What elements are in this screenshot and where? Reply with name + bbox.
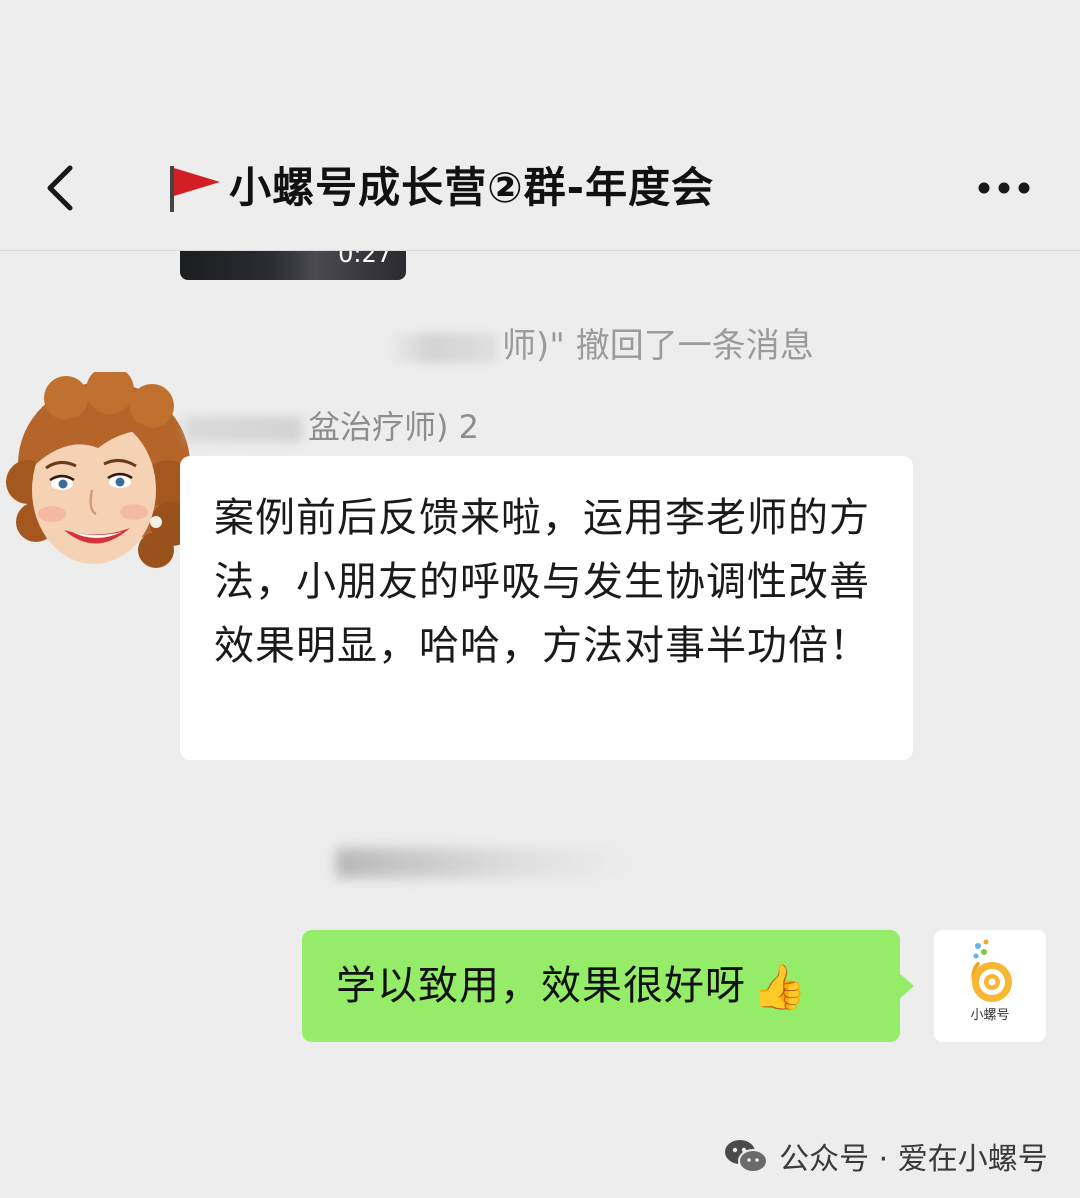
more-dots-icon <box>978 182 1030 194</box>
bubble-tail <box>898 972 914 1000</box>
watermark-text: 公众号 · 爱在小螺号 <box>779 1142 1048 1177</box>
wechat-icon <box>725 1140 768 1173</box>
red-flag-icon <box>170 166 220 212</box>
chevron-left-icon <box>47 165 73 211</box>
thumbs-up-emoji: 👍 <box>752 962 808 1013</box>
watermark: 公众号 · 爱在小螺号 <box>722 1134 1052 1178</box>
outgoing-message-bubble[interactable]: 学以致用，效果很好呀 👍 <box>302 930 900 1042</box>
blurred-name <box>388 332 498 363</box>
blurred-timestamp <box>336 848 636 878</box>
snail-logo-icon <box>971 939 1012 1002</box>
self-avatar[interactable]: 小螺号 <box>934 930 1046 1042</box>
sender-name-text: 盆治疗师) 2 <box>308 408 480 446</box>
sender-avatar[interactable] <box>6 366 194 572</box>
self-avatar-label: 小螺号 <box>970 1008 1010 1023</box>
woman-portrait-icon <box>6 366 194 568</box>
recall-notice: 师)" 撤回了一条消息 <box>388 318 908 370</box>
chat-title-area[interactable]: 小螺号成长营②群-年度会 <box>166 158 756 222</box>
incoming-message-bubble[interactable]: 案例前后反馈来啦，运用李老师的方法，小朋友的呼吸与发生协调性改善效果明显，哈哈，… <box>180 456 913 760</box>
more-options-button[interactable] <box>976 168 1032 208</box>
recall-notice-text: 师)" 撤回了一条消息 <box>502 326 814 366</box>
blurred-sender-prefix <box>184 416 302 442</box>
navigation-bar: 小螺号成长营②群-年度会 <box>0 0 1080 251</box>
back-button[interactable] <box>36 158 96 218</box>
outgoing-message-text: 学以致用，效果很好呀 <box>336 963 746 1009</box>
chat-title: 小螺号成长营②群-年度会 <box>229 163 715 212</box>
sender-name: 盆治疗师) 2 <box>184 402 584 450</box>
